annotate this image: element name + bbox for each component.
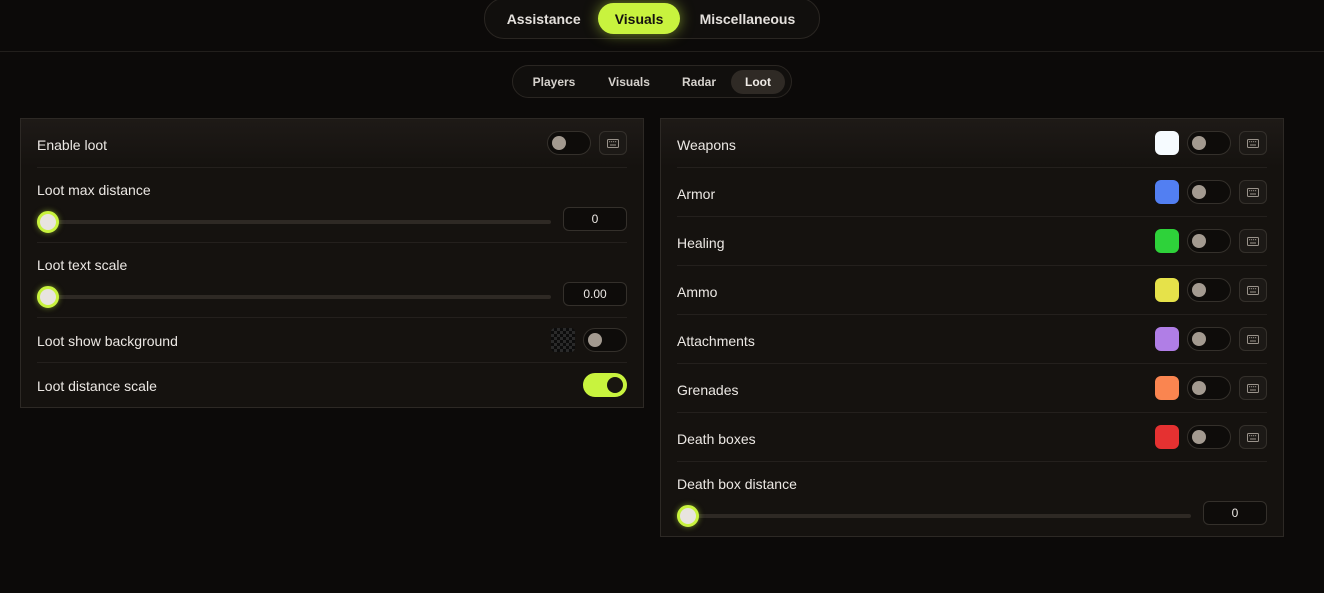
- toggle-knob: [1192, 332, 1206, 346]
- loot-text-scale-row: Loot text scale 0.00: [37, 243, 627, 318]
- enable-loot-toggle[interactable]: [547, 131, 591, 155]
- keyboard-icon: [1247, 285, 1259, 295]
- attachments-keybind-button[interactable]: [1239, 327, 1267, 351]
- healing-color-swatch[interactable]: [1155, 229, 1179, 253]
- death-box-distance-slider[interactable]: [677, 514, 1191, 518]
- keyboard-icon: [1247, 334, 1259, 344]
- subtab-radar[interactable]: Radar: [667, 70, 731, 94]
- subtab-loot[interactable]: Loot: [731, 69, 785, 94]
- attachments-toggle[interactable]: [1187, 327, 1231, 351]
- toggle-knob: [1192, 283, 1206, 297]
- healing-toggle[interactable]: [1187, 229, 1231, 253]
- subtab-players[interactable]: Players: [517, 70, 591, 94]
- death-box-distance-row: Death box distance 0: [677, 462, 1267, 537]
- ammo-keybind-button[interactable]: [1239, 278, 1267, 302]
- death-boxes-color-swatch[interactable]: [1155, 425, 1179, 449]
- loot-max-distance-input[interactable]: 0: [563, 207, 627, 231]
- top-nav: Assistance Visuals Miscellaneous: [484, 0, 820, 39]
- keyboard-icon: [1247, 236, 1259, 246]
- tab-assistance[interactable]: Assistance: [489, 3, 598, 34]
- tab-miscellaneous[interactable]: Miscellaneous: [680, 3, 815, 34]
- ammo-toggle[interactable]: [1187, 278, 1231, 302]
- loot-category-label: Healing: [677, 235, 725, 251]
- loot-category-row-death-boxes: Death boxes: [677, 413, 1267, 462]
- loot-category-label: Weapons: [677, 137, 736, 153]
- header-divider: [0, 51, 1324, 52]
- loot-max-distance-row: Loot max distance 0: [37, 168, 627, 243]
- death-boxes-toggle[interactable]: [1187, 425, 1231, 449]
- loot-category-label: Grenades: [677, 382, 739, 398]
- toggle-knob: [1192, 136, 1206, 150]
- toggle-knob: [552, 136, 566, 150]
- loot-category-row-armor: Armor: [677, 168, 1267, 217]
- tab-visuals[interactable]: Visuals: [598, 3, 680, 34]
- enable-loot-label: Enable loot: [37, 137, 108, 153]
- sub-nav: Players Visuals Radar Loot: [512, 65, 792, 98]
- loot-category-label: Attachments: [677, 333, 755, 349]
- loot-distance-scale-label: Loot distance scale: [37, 378, 157, 394]
- death-box-distance-slider-thumb[interactable]: [677, 505, 699, 527]
- armor-toggle[interactable]: [1187, 180, 1231, 204]
- loot-show-background-label: Loot show background: [37, 333, 178, 349]
- loot-max-distance-label: Loot max distance: [37, 182, 151, 198]
- enable-loot-keybind-button[interactable]: [599, 131, 627, 155]
- armor-color-swatch[interactable]: [1155, 180, 1179, 204]
- loot-category-label: Ammo: [677, 284, 718, 300]
- grenades-toggle[interactable]: [1187, 376, 1231, 400]
- loot-text-scale-slider[interactable]: [37, 295, 551, 299]
- loot-show-background-toggle[interactable]: [583, 328, 627, 352]
- weapons-toggle[interactable]: [1187, 131, 1231, 155]
- armor-keybind-button[interactable]: [1239, 180, 1267, 204]
- loot-text-scale-input[interactable]: 0.00: [563, 282, 627, 306]
- loot-background-color-swatch[interactable]: [551, 328, 575, 352]
- grenades-color-swatch[interactable]: [1155, 376, 1179, 400]
- toggle-knob: [1192, 430, 1206, 444]
- loot-max-distance-slider-thumb[interactable]: [37, 211, 59, 233]
- loot-category-row-attachments: Attachments: [677, 315, 1267, 364]
- attachments-color-swatch[interactable]: [1155, 327, 1179, 351]
- toggle-knob: [1192, 185, 1206, 199]
- loot-text-scale-slider-thumb[interactable]: [37, 286, 59, 308]
- loot-category-label: Armor: [677, 186, 716, 202]
- ammo-color-swatch[interactable]: [1155, 278, 1179, 302]
- loot-category-row-healing: Healing: [677, 217, 1267, 266]
- toggle-knob: [1192, 381, 1206, 395]
- loot-settings-panel: Enable loot Loot max distance 0 Loot tex…: [20, 118, 644, 408]
- loot-distance-scale-toggle[interactable]: [583, 373, 627, 397]
- loot-categories-panel: Weapons Armor Healing Ammo Attachments Grenad…: [660, 118, 1284, 537]
- keyboard-icon: [607, 138, 619, 148]
- death-box-distance-label: Death box distance: [677, 476, 797, 492]
- keyboard-icon: [1247, 432, 1259, 442]
- death-box-distance-input[interactable]: 0: [1203, 501, 1267, 525]
- toggle-knob: [588, 333, 602, 347]
- toggle-knob: [1192, 234, 1206, 248]
- keyboard-icon: [1247, 383, 1259, 393]
- keyboard-icon: [1247, 187, 1259, 197]
- loot-category-row-grenades: Grenades: [677, 364, 1267, 413]
- grenades-keybind-button[interactable]: [1239, 376, 1267, 400]
- loot-max-distance-slider[interactable]: [37, 220, 551, 224]
- subtab-visuals[interactable]: Visuals: [591, 70, 667, 94]
- toggle-knob: [607, 377, 623, 393]
- loot-category-row-weapons: Weapons: [677, 119, 1267, 168]
- weapons-color-swatch[interactable]: [1155, 131, 1179, 155]
- death-boxes-keybind-button[interactable]: [1239, 425, 1267, 449]
- weapons-keybind-button[interactable]: [1239, 131, 1267, 155]
- loot-category-label: Death boxes: [677, 431, 756, 447]
- loot-category-row-ammo: Ammo: [677, 266, 1267, 315]
- healing-keybind-button[interactable]: [1239, 229, 1267, 253]
- loot-text-scale-label: Loot text scale: [37, 257, 128, 273]
- keyboard-icon: [1247, 138, 1259, 148]
- loot-show-background-row: Loot show background: [37, 318, 627, 363]
- loot-distance-scale-row: Loot distance scale: [37, 363, 627, 408]
- enable-loot-row: Enable loot: [37, 119, 627, 168]
